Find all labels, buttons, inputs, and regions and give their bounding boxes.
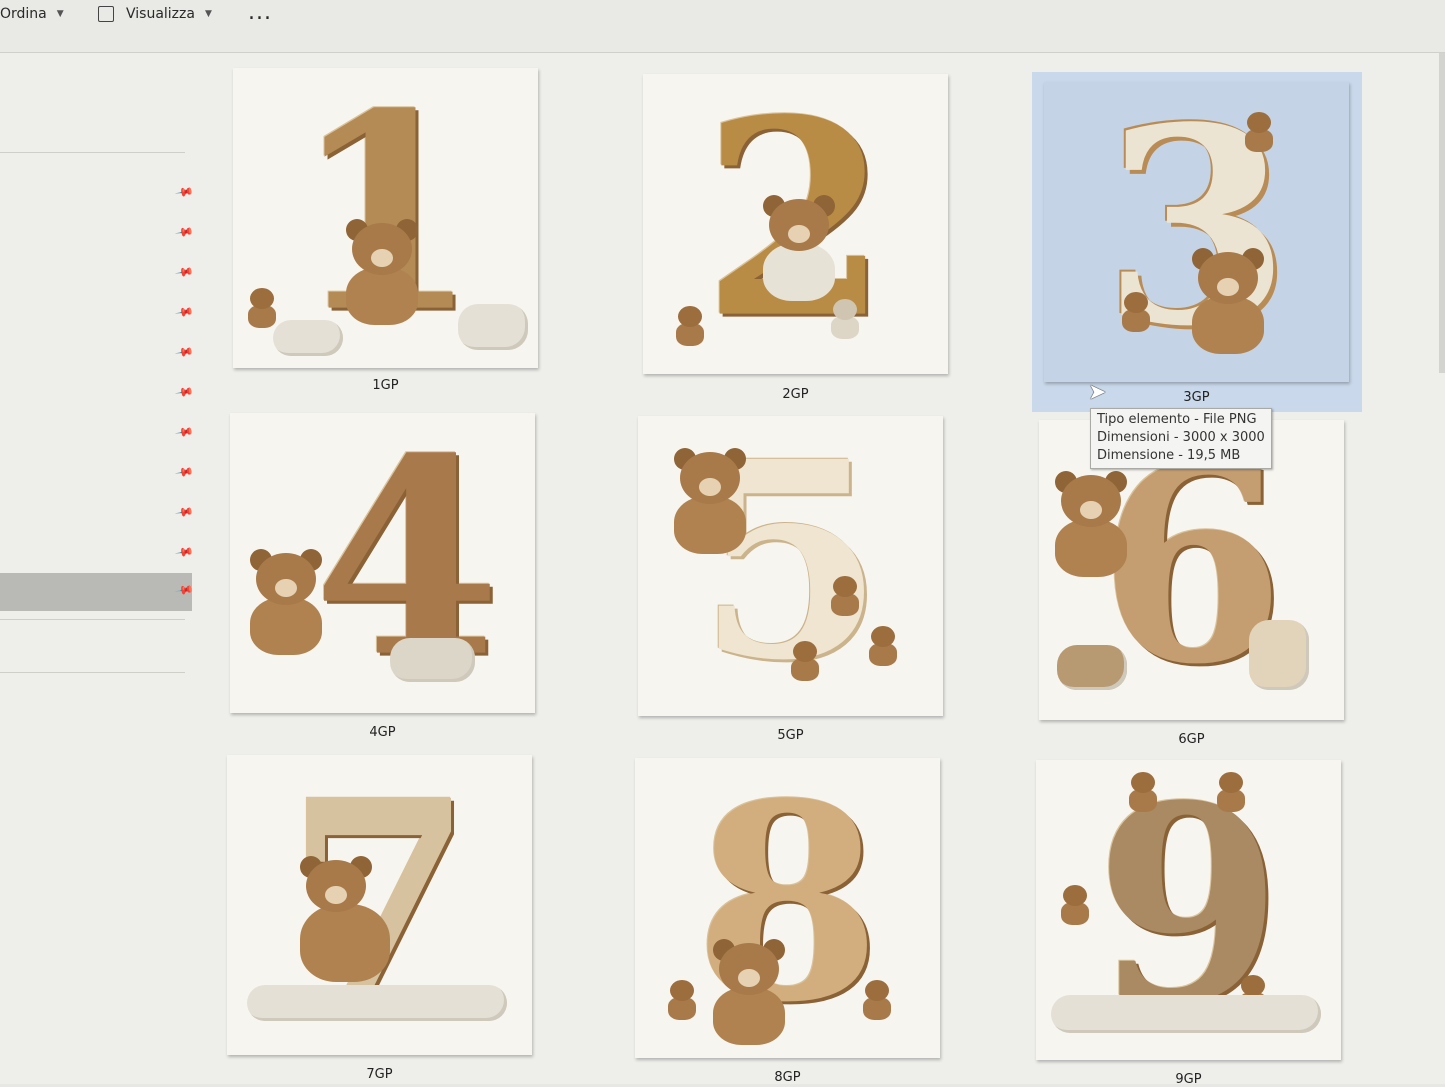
boots-icon [390,638,475,682]
more-icon: ... [248,0,272,25]
bear-icon [1184,248,1272,354]
bear-icon [828,299,862,339]
bear-icon [1058,885,1092,925]
thumbnail: 5 [638,416,943,716]
file-tile[interactable]: 1 1GP [233,68,543,393]
sort-button[interactable]: Ordina ▼ [0,6,64,22]
bear-icon [666,448,754,554]
pin-icon[interactable]: 📌 [174,502,194,522]
pin-icon[interactable]: 📌 [174,302,194,322]
file-tile[interactable]: 8 8GP [635,758,945,1085]
bear-icon [1214,772,1248,812]
file-name: 2GP [782,387,809,402]
pin-icon[interactable]: 📌 [174,462,194,482]
pin-icon[interactable]: 📌 [174,382,194,402]
pin-icon[interactable]: 📌 [174,262,194,282]
bear-icon [245,288,279,328]
sidebar-item-selected[interactable]: 📌 [0,573,195,611]
file-name: 7GP [366,1067,393,1082]
view-label: Visualizza [126,6,195,22]
bear-icon [828,576,862,616]
tooltip-type: Tipo elemento - File PNG [1097,412,1257,427]
bear-icon [1047,471,1135,577]
bear-icon [292,856,402,982]
thumbnail: 2 [643,74,948,374]
thumbnail: 7 [227,755,532,1055]
cloud-icon [247,985,507,1021]
file-name: 1GP [372,378,399,393]
file-name: 5GP [777,728,804,743]
file-name: 9GP [1175,1072,1202,1087]
file-name: 8GP [774,1070,801,1085]
bear-icon [705,939,793,1045]
file-tile[interactable]: 9 9GP [1036,760,1346,1087]
file-tile[interactable]: 2 2GP [643,74,953,402]
file-name: 6GP [1178,732,1205,747]
pin-icon[interactable]: 📌 [174,222,194,242]
file-info-tooltip: Tipo elemento - File PNG Dimensioni - 30… [1090,408,1272,469]
view-button[interactable]: Visualizza ▼ [98,6,212,22]
sort-label: Ordina [0,6,47,22]
pin-icon[interactable]: 📌 [174,422,194,442]
cloud-icon [273,320,343,356]
bear-icon [1119,292,1153,332]
thumbnail: 4 [230,413,535,713]
bear-icon [755,195,843,301]
bear-icon [673,306,707,346]
bear-icon [665,980,699,1020]
file-tile[interactable]: 4 4GP [230,413,540,740]
bear-icon [338,219,426,325]
bear-icon [1242,112,1276,152]
bear-icon [1126,772,1160,812]
divider [0,152,185,153]
view-icon [98,6,114,22]
file-tile[interactable]: 5 5GP [638,416,948,743]
thumbnail: 1 [233,68,538,368]
tooltip-size: Dimensione - 19,5 MB [1097,448,1241,463]
file-name: 4GP [369,725,396,740]
divider [0,619,185,620]
divider [0,672,185,673]
scrollbar[interactable] [1439,53,1445,373]
mouse-pointer-icon: ➤ [1088,380,1107,405]
pin-icon[interactable]: 📌 [174,542,194,562]
thumbnail: 3 [1044,82,1349,382]
tooltip-dimensions: Dimensioni - 3000 x 3000 [1097,430,1265,445]
bear-icon [788,641,822,681]
cloud-icon [1051,995,1321,1033]
basket-icon [1057,645,1127,690]
file-tile[interactable]: 7 7GP [227,755,537,1082]
command-bar: Ordina ▼ Visualizza ▼ ... [0,0,1445,53]
thumbnail: 8 [635,758,940,1058]
pin-icon: 📌 [174,579,195,601]
bear-icon [860,980,894,1020]
cloud-icon [458,304,528,350]
pin-icon[interactable]: 📌 [174,182,194,202]
more-options-button[interactable]: ... [248,0,272,25]
navigation-pane: 📌 📌 📌 📌 📌 📌 📌 📌 📌 📌 📌 [0,53,195,1084]
file-tile-selected[interactable]: 3 3GP [1032,72,1362,412]
bear-icon [242,549,342,655]
thumbnail: 9 [1036,760,1341,1060]
bear-icon [866,626,900,666]
gift-stack-icon [1249,620,1309,690]
chevron-down-icon: ▼ [204,9,212,19]
chevron-down-icon: ▼ [56,9,64,19]
pin-icon[interactable]: 📌 [174,342,194,362]
